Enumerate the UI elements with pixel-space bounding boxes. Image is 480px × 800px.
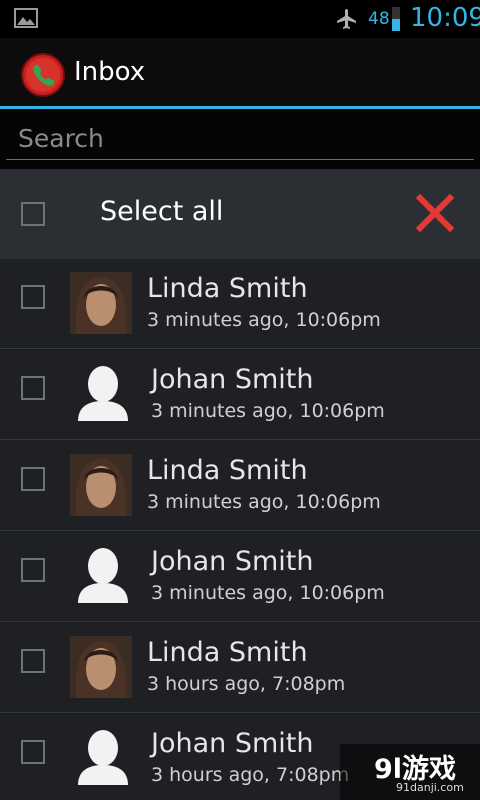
contact-name: Johan Smith bbox=[151, 364, 314, 395]
contact-name: Linda Smith bbox=[147, 273, 308, 304]
status-clock: 10:09 bbox=[410, 3, 480, 33]
select-all-checkbox[interactable] bbox=[21, 202, 45, 226]
contact-name: Linda Smith bbox=[147, 455, 308, 486]
list-item-checkbox[interactable] bbox=[21, 649, 45, 673]
list-item-checkbox[interactable] bbox=[21, 467, 45, 491]
call-time: 3 minutes ago, 10:06pm bbox=[147, 309, 381, 331]
battery-icon bbox=[392, 7, 400, 31]
list-item-checkbox[interactable] bbox=[21, 558, 45, 582]
photo-avatar bbox=[70, 636, 132, 698]
contact-name: Linda Smith bbox=[147, 637, 308, 668]
action-bar bbox=[0, 38, 480, 106]
photo-avatar bbox=[70, 272, 132, 334]
default-contact-avatar bbox=[78, 548, 128, 603]
page-title: Inbox bbox=[74, 57, 146, 87]
airplane-icon bbox=[337, 9, 356, 29]
call-time: 3 minutes ago, 10:06pm bbox=[147, 491, 381, 513]
screen: 48 10:09 Inbox Select all Linda Smith 3 … bbox=[0, 0, 480, 800]
list-item-checkbox[interactable] bbox=[21, 285, 45, 309]
call-time: 3 hours ago, 7:08pm bbox=[147, 673, 346, 695]
call-time: 3 minutes ago, 10:06pm bbox=[151, 582, 385, 604]
watermark-url: 91danji.com bbox=[396, 781, 464, 794]
default-contact-avatar bbox=[78, 366, 128, 421]
call-time: 3 hours ago, 7:08pm bbox=[151, 764, 350, 786]
list-item-checkbox[interactable] bbox=[21, 376, 45, 400]
default-contact-avatar bbox=[78, 730, 128, 785]
battery-level-text: 48 bbox=[368, 9, 390, 29]
contact-name: Johan Smith bbox=[151, 546, 314, 577]
image-icon bbox=[14, 8, 38, 28]
select-all-bar bbox=[0, 169, 480, 259]
list-item-checkbox[interactable] bbox=[21, 740, 45, 764]
battery-fill bbox=[392, 19, 400, 31]
contact-name: Johan Smith bbox=[151, 728, 314, 759]
status-bar bbox=[0, 0, 480, 38]
select-all-label: Select all bbox=[100, 196, 224, 227]
search-input[interactable] bbox=[6, 118, 474, 160]
call-recorder-icon[interactable] bbox=[20, 52, 66, 98]
close-icon[interactable] bbox=[412, 190, 458, 236]
photo-avatar bbox=[70, 454, 132, 516]
call-time: 3 minutes ago, 10:06pm bbox=[151, 400, 385, 422]
